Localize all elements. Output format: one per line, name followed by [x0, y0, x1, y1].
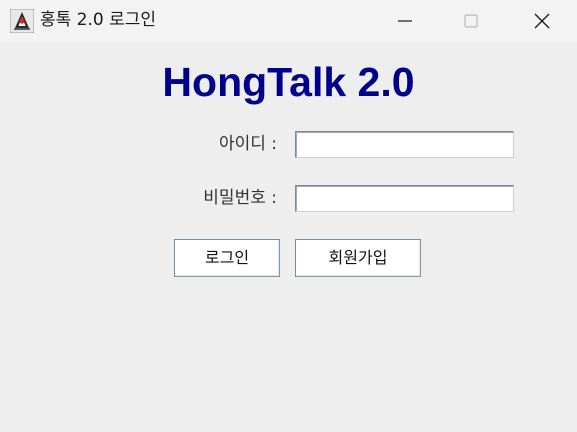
id-label: 아이디 :: [218, 134, 277, 154]
window-title: 홍톡 2.0 로그인: [40, 10, 157, 30]
password-label: 비밀번호 :: [203, 188, 277, 208]
id-input[interactable]: [295, 131, 514, 158]
signup-button[interactable]: 회원가입: [295, 239, 421, 277]
login-button[interactable]: 로그인: [174, 239, 280, 277]
close-button[interactable]: [519, 0, 565, 42]
app-title: HongTalk 2.0: [162, 59, 415, 105]
title-bar: 홍톡 2.0 로그인: [0, 0, 577, 42]
minimize-icon: [398, 20, 412, 22]
maximize-button[interactable]: [448, 0, 494, 42]
minimize-button[interactable]: [382, 0, 428, 42]
java-duke-icon[interactable]: [9, 8, 35, 34]
maximize-icon: [464, 14, 478, 28]
password-input[interactable]: [295, 185, 514, 212]
close-icon: [534, 13, 550, 29]
